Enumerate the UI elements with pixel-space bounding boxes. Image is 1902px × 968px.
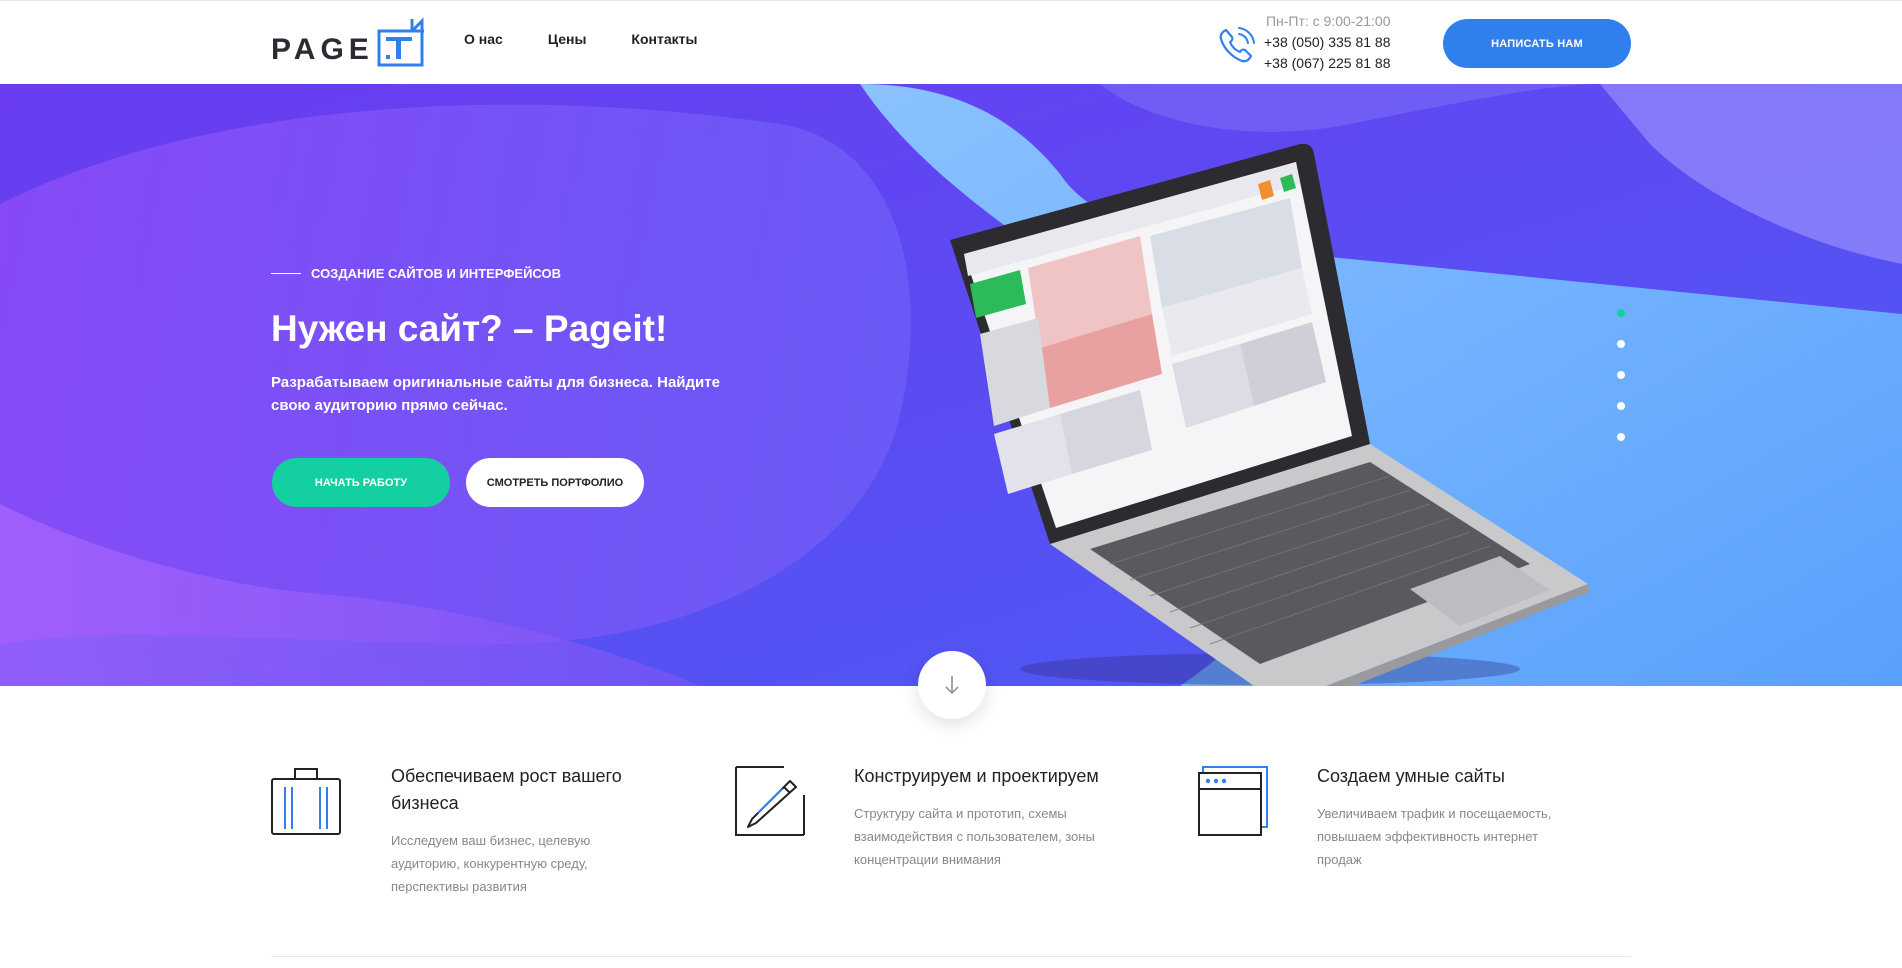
site-header: PAGE О нас Цены Контакты Пн-Пт: с 9:00-2… xyxy=(0,0,1902,84)
slider-dot-3[interactable] xyxy=(1617,371,1625,379)
phone-number-1[interactable]: +38 (050) 335 81 88 xyxy=(1264,32,1391,53)
hero-kicker-text: СОЗДАНИЕ САЙТОВ И ИНТЕРФЕЙСОВ xyxy=(311,266,561,281)
slider-dot-4[interactable] xyxy=(1617,402,1625,410)
scroll-down-button[interactable] xyxy=(918,651,986,719)
feature-description: Увеличиваем трафик и посещаемость, повыш… xyxy=(1317,806,1552,867)
slider-dot-5[interactable] xyxy=(1617,433,1625,441)
logo[interactable]: PAGE xyxy=(271,17,430,67)
hero-kicker: СОЗДАНИЕ САЙТОВ И ИНТЕРФЕЙСОВ xyxy=(271,266,751,281)
hero-description: Разрабатываем оригинальные сайты для биз… xyxy=(271,374,720,414)
phone-icon xyxy=(1219,27,1255,63)
hero-section: СОЗДАНИЕ САЙТОВ И ИНТЕРФЕЙСОВ Нужен сайт… xyxy=(0,84,1902,686)
nav-item-contacts[interactable]: Контакты xyxy=(631,31,697,47)
write-us-button[interactable]: НАПИСАТЬ НАМ xyxy=(1443,19,1631,68)
arrow-down-icon xyxy=(945,676,959,695)
feature-description: Исследуем ваш бизнес, целевую аудиторию,… xyxy=(391,833,591,894)
laptop-illustration xyxy=(950,144,1590,686)
logo-text: PAGE xyxy=(271,33,374,66)
feature-title: Создаем умные сайты xyxy=(1317,766,1505,786)
contact-block: Пн-Пт: с 9:00-21:00 +38 (050) 335 81 88 … xyxy=(1214,11,1391,74)
main-nav: О нас Цены Контакты xyxy=(464,31,697,47)
suitcase-icon xyxy=(271,768,341,835)
feature-title: Конструируем и проектируем xyxy=(854,766,1099,786)
feature-description: Структуру сайта и прототип, схемы взаимо… xyxy=(854,806,1095,867)
phone-number-2[interactable]: +38 (067) 225 81 88 xyxy=(1264,53,1391,74)
feature-title: Обеспечиваем рост вашего бизнеса xyxy=(391,766,622,813)
start-work-button[interactable]: НАЧАТЬ РАБОТУ xyxy=(272,458,450,507)
browser-window-icon xyxy=(1198,766,1268,836)
hero-buttons: НАЧАТЬ РАБОТУ СМОТРЕТЬ ПОРТФОЛИО xyxy=(272,458,644,507)
hero-content: СОЗДАНИЕ САЙТОВ И ИНТЕРФЕЙСОВ Нужен сайт… xyxy=(271,266,751,417)
kicker-line xyxy=(271,273,301,274)
nav-item-about[interactable]: О нас xyxy=(464,31,503,47)
pencil-icon xyxy=(735,766,805,836)
slider-pagination xyxy=(1617,309,1625,441)
hero-title: Нужен сайт? – Pageit! xyxy=(271,308,668,349)
view-portfolio-button[interactable]: СМОТРЕТЬ ПОРТФОЛИО xyxy=(466,458,644,507)
nav-item-prices[interactable]: Цены xyxy=(548,31,587,47)
working-hours: Пн-Пт: с 9:00-21:00 xyxy=(1265,13,1391,29)
section-divider xyxy=(271,956,1631,957)
logo-it-mark-icon xyxy=(377,17,424,67)
slider-dot-1[interactable] xyxy=(1617,309,1625,317)
slider-dot-2[interactable] xyxy=(1617,340,1625,348)
